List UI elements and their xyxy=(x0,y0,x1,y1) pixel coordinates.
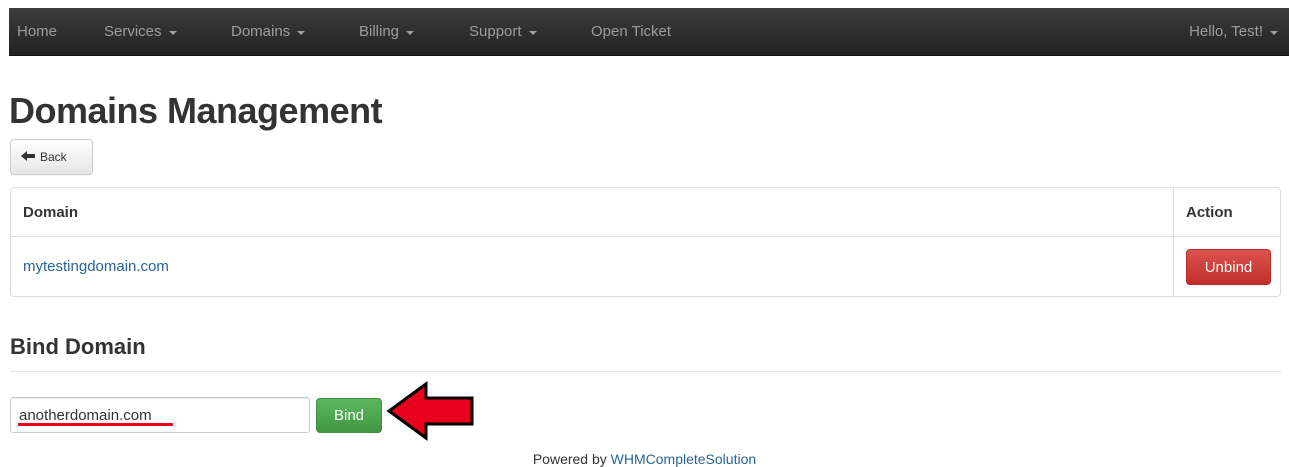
back-button-label: Back xyxy=(40,150,67,164)
bind-domain-input[interactable] xyxy=(10,397,310,433)
red-arrow-icon xyxy=(386,381,474,441)
footer-prefix: Powered by xyxy=(532,451,607,467)
footer-link[interactable]: WHMCompleteSolution xyxy=(611,451,757,467)
chevron-down-icon xyxy=(168,31,177,35)
nav-item-open-ticket-label: Open Ticket xyxy=(591,23,672,40)
section-divider xyxy=(10,371,1281,372)
chevron-down-icon xyxy=(406,31,415,35)
nav-item-billing-label: Billing xyxy=(359,23,400,40)
nav-item-open-ticket[interactable]: Open Ticket xyxy=(591,8,671,56)
nav-item-support[interactable]: Support xyxy=(469,8,537,56)
unbind-button[interactable]: Unbind xyxy=(1186,249,1271,285)
nav-item-domains-label: Domains xyxy=(231,23,291,40)
bind-domain-heading: Bind Domain xyxy=(10,334,146,359)
nav-item-support-label: Support xyxy=(469,23,522,40)
user-greeting: Hello, Test! xyxy=(1189,23,1263,40)
chevron-down-icon xyxy=(1270,31,1278,35)
column-header-action: Action xyxy=(1186,204,1233,221)
column-header-action-cell: Action xyxy=(1173,188,1280,237)
nav-item-services[interactable]: Services xyxy=(104,8,177,56)
nav-item-home[interactable]: Home xyxy=(17,8,57,56)
nav-item-billing[interactable]: Billing xyxy=(359,8,415,56)
chevron-down-icon xyxy=(297,31,306,35)
user-menu[interactable]: Hello, Test! xyxy=(1189,8,1278,56)
chevron-down-icon xyxy=(528,31,537,35)
annotation-underline xyxy=(18,423,173,426)
nav-item-services-label: Services xyxy=(104,23,162,40)
nav-item-domains[interactable]: Domains xyxy=(231,8,306,56)
table-row: mytestingdomain.com Unbind xyxy=(11,237,1280,296)
page-title: Domains Management xyxy=(9,90,383,131)
domains-table: Domain Action mytestingdomain.com Unbind xyxy=(10,187,1281,297)
arrow-left-icon xyxy=(21,150,35,164)
table-header-row: Domain Action xyxy=(11,188,1280,237)
bind-button[interactable]: Bind xyxy=(316,398,382,433)
back-button[interactable]: Back xyxy=(10,139,93,175)
action-cell: Unbind xyxy=(1173,237,1280,296)
domain-link[interactable]: mytestingdomain.com xyxy=(23,237,169,296)
nav-item-home-label: Home xyxy=(17,23,58,40)
column-header-domain: Domain xyxy=(23,204,79,221)
footer: Powered by WHMCompleteSolution xyxy=(0,451,1289,467)
top-navbar: Home Services Domains Billing Support Op… xyxy=(9,8,1289,56)
